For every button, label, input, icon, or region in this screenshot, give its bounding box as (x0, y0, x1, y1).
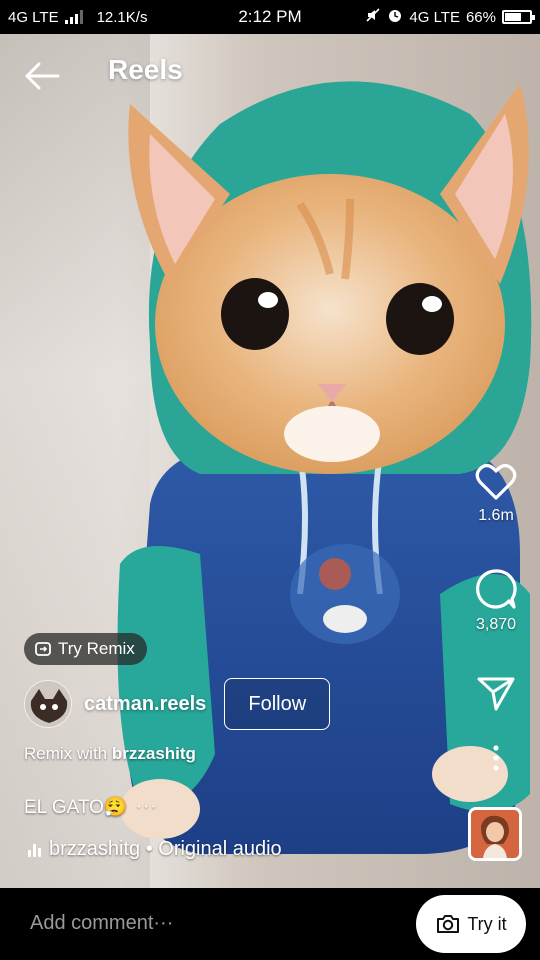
paper-plane-icon[interactable] (476, 674, 516, 712)
battery-percent: 66% (465, 8, 496, 26)
audio-bars-icon (28, 843, 41, 857)
camera-icon (437, 915, 460, 933)
reels-header: Reels (0, 34, 540, 114)
signal-icon (64, 10, 83, 24)
comment-action[interactable]: 3,870 (464, 568, 528, 634)
try-it-button[interactable]: Try it (416, 895, 526, 953)
audio-label: brzzashitg • Original audio (49, 838, 282, 860)
alarm-icon (387, 7, 403, 27)
remix-credit[interactable]: Remix with brzzashitg (24, 744, 196, 764)
try-remix-label: Try Remix (58, 639, 135, 658)
caption-text: EL GATO😮‍💨 (24, 797, 128, 818)
try-remix-button[interactable]: Try Remix (24, 633, 147, 665)
username[interactable]: catman.reels (84, 693, 206, 716)
comment-bubble-icon[interactable] (475, 568, 517, 610)
like-action[interactable]: 1.6m (464, 463, 528, 525)
network-label-right: 4G LTE (409, 8, 460, 26)
page-title: Reels (108, 54, 183, 85)
try-it-label: Try it (467, 913, 507, 934)
share-action[interactable] (464, 674, 528, 712)
author-row: catman.reels Follow (24, 678, 331, 730)
remix-icon (35, 642, 51, 656)
network-speed: 12.1K/s (96, 8, 148, 26)
remix-prefix: Remix with (24, 744, 108, 763)
status-right: 4G LTE 66% (365, 7, 535, 27)
add-comment-input[interactable]: Add comment··· (30, 912, 173, 935)
like-count: 1.6m (478, 507, 514, 524)
arrow-left-icon (25, 62, 60, 90)
comment-count: 3,870 (475, 616, 517, 633)
more-options-button[interactable] (464, 744, 528, 772)
avatar[interactable] (24, 680, 72, 728)
network-label-left: 4G LTE (8, 8, 59, 26)
status-left: 4G LTE 12.1K/s (8, 9, 147, 26)
heart-icon[interactable] (475, 463, 517, 501)
battery-icon (502, 10, 535, 24)
caption[interactable]: EL GATO😮‍💨 ··· (24, 795, 158, 819)
back-button[interactable] (22, 56, 62, 96)
status-bar: 4G LTE 12.1K/s 2:12 PM 4G LTE 66% (0, 0, 540, 34)
battery-fill (505, 13, 521, 21)
follow-button[interactable]: Follow (224, 678, 331, 730)
caption-more[interactable]: ··· (136, 796, 158, 818)
audio-info[interactable]: brzzashitg • Original audio (28, 838, 282, 861)
audio-thumbnail[interactable] (468, 807, 522, 861)
remix-user[interactable]: brzzashitg (112, 744, 196, 763)
silent-icon (365, 7, 381, 27)
vertical-dots-icon[interactable] (491, 744, 501, 772)
